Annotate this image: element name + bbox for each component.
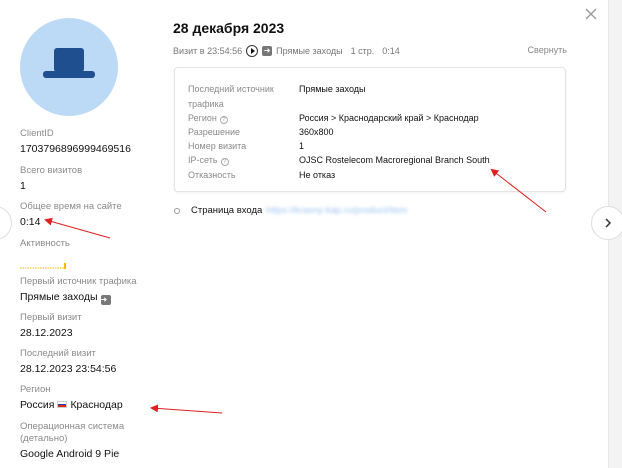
first-source-text: Прямые заходы (20, 291, 98, 303)
question-icon[interactable]: ? (219, 116, 228, 124)
info-row: Последний источник трафика Прямые заходы (188, 82, 365, 112)
activity-chart (20, 263, 66, 269)
last-visit-label: Последний визит (20, 348, 96, 359)
client-id-value: 1703796896999469516 (20, 143, 131, 155)
close-icon[interactable] (584, 7, 598, 21)
play-icon[interactable] (246, 45, 259, 57)
first-visit-field: Первый визит 28.12.2023 (20, 312, 82, 340)
client-id-field: ClientID 1703796896999469516 (20, 128, 131, 156)
first-source-label: Первый источник трафика (20, 276, 137, 287)
last-visit-value: 28.12.2023 23:54:56 (20, 363, 117, 375)
visit-source: Прямые заходы (276, 46, 343, 56)
info-row-label: Отказность (188, 170, 236, 180)
activity-field: Активность (20, 238, 70, 250)
os-field: Операционная система (детально) Google A… (20, 421, 145, 461)
collapse-button[interactable]: Свернуть (528, 45, 567, 55)
visit-time: Визит в 23:54:56 (173, 46, 243, 56)
visitor-avatar (20, 18, 118, 116)
info-row: Номер визита 1 (188, 140, 304, 152)
direct-visit-icon: ➜ (262, 46, 273, 56)
total-time-value: 0:14 (20, 216, 41, 228)
info-row-label: Номер визита (188, 141, 247, 151)
info-row-value: OJSC Rostelecom Macroregional Branch Sou… (299, 155, 490, 165)
visitor-profile-panel: ClientID 1703796896999469516 Всего визит… (0, 0, 160, 468)
info-row-label: Регион? (188, 112, 299, 124)
first-visit-value: 28.12.2023 (20, 327, 73, 339)
entry-page-link[interactable]: https://krasny-kap.ru/product/item (266, 205, 407, 216)
info-row-label: Последний источник трафика (188, 84, 274, 109)
info-row-value: 360x800 (299, 127, 334, 137)
info-row-value: 1 (299, 141, 305, 151)
visit-date-title: 28 декабря 2023 (173, 20, 285, 36)
visit-duration: 0:14 (382, 46, 400, 56)
direct-visit-icon: ➜ (100, 295, 111, 305)
first-source-value: Прямые заходы ➜ (20, 290, 137, 305)
first-visit-label: Первый визит (20, 312, 82, 323)
total-visits-field: Всего визитов 1 (20, 165, 82, 193)
info-row: Разрешение 360x800 (188, 126, 334, 138)
info-row-value: Не отказ (299, 170, 336, 180)
entry-dot-icon (174, 207, 180, 214)
activity-label: Активность (20, 238, 70, 249)
info-row-value: Прямые заходы (299, 84, 366, 94)
info-row: Отказность Не отказ (188, 169, 335, 181)
hat-icon (43, 48, 95, 78)
region-country: Россия (20, 399, 55, 411)
info-row-label: IP-сеть? (188, 154, 299, 166)
visit-detail-panel: 28 декабря 2023 Визит в 23:54:56 ➜ Прямы… (173, 0, 573, 468)
os-label: Операционная система (детально) (20, 421, 125, 444)
question-icon[interactable]: ? (220, 158, 229, 166)
info-row: Регион? Россия > Краснодарский край > Кр… (188, 112, 479, 124)
region-city: Краснодар (70, 399, 123, 411)
region-value: Россия Краснодар (20, 398, 123, 412)
total-time-label: Общее время на сайте (20, 201, 122, 212)
entry-page-label: Страница входа (191, 205, 263, 216)
last-visit-field: Последний визит 28.12.2023 23:54:56 (20, 348, 116, 376)
total-visits-value: 1 (20, 180, 26, 192)
region-field: Регион Россия Краснодар (20, 384, 123, 412)
total-visits-label: Всего визитов (20, 165, 83, 176)
info-row: IP-сеть? OJSC Rostelecom Macroregional B… (188, 154, 490, 166)
chevron-right-icon (605, 218, 612, 228)
info-row-value: Россия > Краснодарский край > Краснодар (299, 113, 479, 123)
next-visitor-button[interactable] (591, 206, 622, 240)
client-id-label: ClientID (20, 128, 54, 139)
russia-flag-icon (57, 401, 68, 408)
visit-info-box: Последний источник трафика Прямые заходы… (174, 67, 566, 192)
entry-page-row: Страница входа https://krasny-kap.ru/pro… (174, 205, 407, 216)
info-row-label-text: Регион (188, 113, 217, 123)
os-value: Google Android 9 Pie (20, 448, 120, 460)
visit-summary-line: Визит в 23:54:56 ➜ Прямые заходы 1 стр. … (173, 45, 400, 57)
total-time-field: Общее время на сайте 0:14 (20, 201, 122, 229)
info-row-label: Разрешение (188, 127, 240, 137)
region-label: Регион (20, 384, 51, 395)
first-source-field: Первый источник трафика Прямые заходы ➜ (20, 276, 137, 305)
info-row-label-text: IP-сеть (188, 155, 218, 165)
visit-pages: 1 стр. (350, 46, 375, 56)
